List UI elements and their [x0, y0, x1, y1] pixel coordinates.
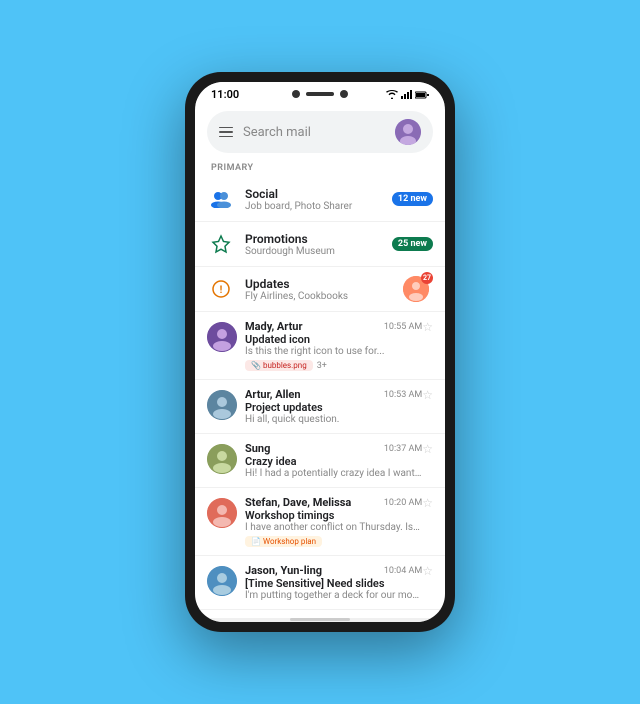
email-attachments: 📄 Workshop plan [245, 536, 422, 547]
email-avatar [207, 390, 237, 420]
email-preview: Is this the right icon to use for... [245, 346, 422, 357]
phone-screen: 11:00 [195, 82, 445, 622]
email-sender: Jason, Yun-ling [245, 564, 322, 577]
front-camera [292, 90, 300, 98]
email-sender: Stefan, Dave, Melissa [245, 496, 351, 509]
email-preview: I'm putting together a deck for our mont… [245, 590, 422, 601]
social-sub: Job board, Photo Sharer [245, 201, 392, 212]
social-badge: 12 new [392, 192, 433, 206]
promotions-sub: Sourdough Museum [245, 246, 392, 257]
email-subject: Workshop timings [245, 509, 422, 522]
home-indicator[interactable] [290, 618, 350, 621]
extra-count: 3+ [317, 361, 327, 371]
email-avatar [207, 498, 237, 528]
category-updates[interactable]: ! Updates Fly Airlines, Cookbooks 27 [195, 267, 445, 312]
promotions-name: Promotions [245, 232, 392, 246]
promotions-info: Promotions Sourdough Museum [245, 232, 392, 257]
email-sender: Artur, Allen [245, 388, 301, 401]
star-icon[interactable]: ☆ [422, 564, 433, 578]
email-content: Mady, Artur 10:55 AM Updated icon Is thi… [245, 320, 422, 371]
star-icon[interactable]: ☆ [422, 320, 433, 334]
phone-frame: 11:00 [185, 72, 455, 632]
email-time: 10:53 AM [384, 390, 422, 400]
email-time: 10:20 AM [384, 498, 422, 508]
attach-icon: 📎 [251, 361, 261, 370]
workshop-chip: 📄 Workshop plan [245, 536, 322, 547]
email-subject: Crazy idea [245, 455, 422, 468]
status-icons [386, 90, 429, 99]
email-row[interactable]: Sung 10:37 AM Crazy idea Hi! I had a pot… [195, 434, 445, 488]
social-info: Social Job board, Photo Sharer [245, 187, 392, 212]
status-time: 11:00 [211, 88, 239, 101]
social-icon [207, 185, 235, 213]
email-header: Jason, Yun-ling 10:04 AM [245, 564, 422, 577]
updates-avatar-wrapper: 27 [403, 276, 429, 302]
updates-name: Updates [245, 277, 403, 291]
updates-icon: ! [207, 275, 235, 303]
phone-speaker [306, 92, 334, 96]
email-actions: ☆ [422, 564, 433, 578]
user-avatar[interactable] [395, 119, 421, 145]
category-promotions[interactable]: Promotions Sourdough Museum 25 new [195, 222, 445, 267]
doc-icon: 📄 [251, 537, 261, 546]
wifi-icon [386, 90, 398, 99]
email-preview: Hi all, quick question. [245, 414, 422, 425]
email-header: Stefan, Dave, Melissa 10:20 AM [245, 496, 422, 509]
email-subject: Updated icon [245, 333, 422, 346]
hamburger-menu[interactable] [219, 127, 233, 138]
email-avatar [207, 444, 237, 474]
email-preview: I have another conflict on Thursday. Is … [245, 522, 422, 533]
content-area: Social Job board, Photo Sharer 12 new Pr… [195, 177, 445, 618]
updates-badge: 27 [421, 272, 433, 284]
social-name: Social [245, 187, 392, 201]
front-sensor [340, 90, 348, 98]
search-bar[interactable]: Search mail [207, 111, 433, 153]
email-subject: [Time Sensitive] Need slides [245, 577, 422, 590]
email-content: Sung 10:37 AM Crazy idea Hi! I had a pot… [245, 442, 422, 479]
star-icon[interactable]: ☆ [422, 442, 433, 456]
email-header: Sung 10:37 AM [245, 442, 422, 455]
updates-avatar: 27 [403, 276, 429, 302]
email-sender: Sung [245, 442, 270, 455]
email-preview: Hi! I had a potentially crazy idea I wan… [245, 468, 422, 479]
svg-text:!: ! [220, 285, 223, 296]
email-header: Mady, Artur 10:55 AM [245, 320, 422, 333]
email-actions: ☆ [422, 388, 433, 402]
email-time: 10:37 AM [384, 444, 422, 454]
email-attachments: 📎 bubbles.png 3+ [245, 360, 422, 371]
email-header: Artur, Allen 10:53 AM [245, 388, 422, 401]
updates-sub: Fly Airlines, Cookbooks [245, 291, 403, 302]
star-icon[interactable]: ☆ [422, 388, 433, 402]
star-icon[interactable]: ☆ [422, 496, 433, 510]
email-actions: ☆ [422, 320, 433, 334]
search-input[interactable]: Search mail [243, 125, 385, 140]
email-sender: Mady, Artur [245, 320, 303, 333]
updates-info: Updates Fly Airlines, Cookbooks [245, 277, 403, 302]
promotions-badge: 25 new [392, 237, 433, 251]
promotions-icon [207, 230, 235, 258]
email-actions: ☆ [422, 496, 433, 510]
bottom-bar [195, 618, 445, 622]
email-content: Stefan, Dave, Melissa 10:20 AM Workshop … [245, 496, 422, 547]
email-actions: ☆ [422, 442, 433, 456]
email-avatar [207, 322, 237, 352]
email-content: Jason, Yun-ling 10:04 AM [Time Sensitive… [245, 564, 422, 601]
email-avatar [207, 566, 237, 596]
email-subject: Project updates [245, 401, 422, 414]
email-row[interactable]: Jason, Yun-ling 10:04 AM [Time Sensitive… [195, 556, 445, 610]
phone-notch [292, 90, 348, 98]
email-row[interactable]: Mady, Artur 10:55 AM Updated icon Is thi… [195, 312, 445, 380]
attachment-chip: 📎 bubbles.png [245, 360, 313, 371]
email-time: 10:55 AM [384, 322, 422, 332]
battery-icon [415, 91, 429, 99]
primary-label: PRIMARY [195, 161, 445, 177]
email-content: Artur, Allen 10:53 AM Project updates Hi… [245, 388, 422, 425]
email-row[interactable]: Artur, Allen 10:53 AM Project updates Hi… [195, 380, 445, 434]
email-time: 10:04 AM [384, 566, 422, 576]
category-social[interactable]: Social Job board, Photo Sharer 12 new [195, 177, 445, 222]
signal-icon [401, 90, 412, 99]
email-row[interactable]: Stefan, Dave, Melissa 10:20 AM Workshop … [195, 488, 445, 556]
